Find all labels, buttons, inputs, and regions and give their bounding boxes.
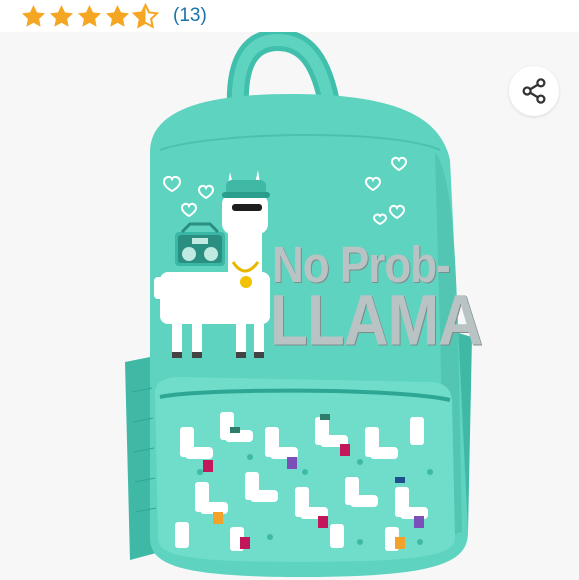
backpack-print-line2: LLAMA: [270, 281, 483, 361]
rating-row: (13): [0, 0, 579, 32]
share-button[interactable]: [509, 66, 559, 116]
star-full-icon: [22, 4, 45, 27]
star-rating[interactable]: [20, 2, 159, 30]
product-image[interactable]: No Prob- LLAMA: [0, 32, 579, 580]
star-full-icon: [106, 4, 129, 27]
star-full-icon: [50, 4, 73, 27]
star-half-icon: [132, 2, 159, 29]
share-icon: [522, 78, 546, 104]
star-full-icon: [78, 4, 101, 27]
review-count-link[interactable]: (13): [173, 5, 207, 27]
